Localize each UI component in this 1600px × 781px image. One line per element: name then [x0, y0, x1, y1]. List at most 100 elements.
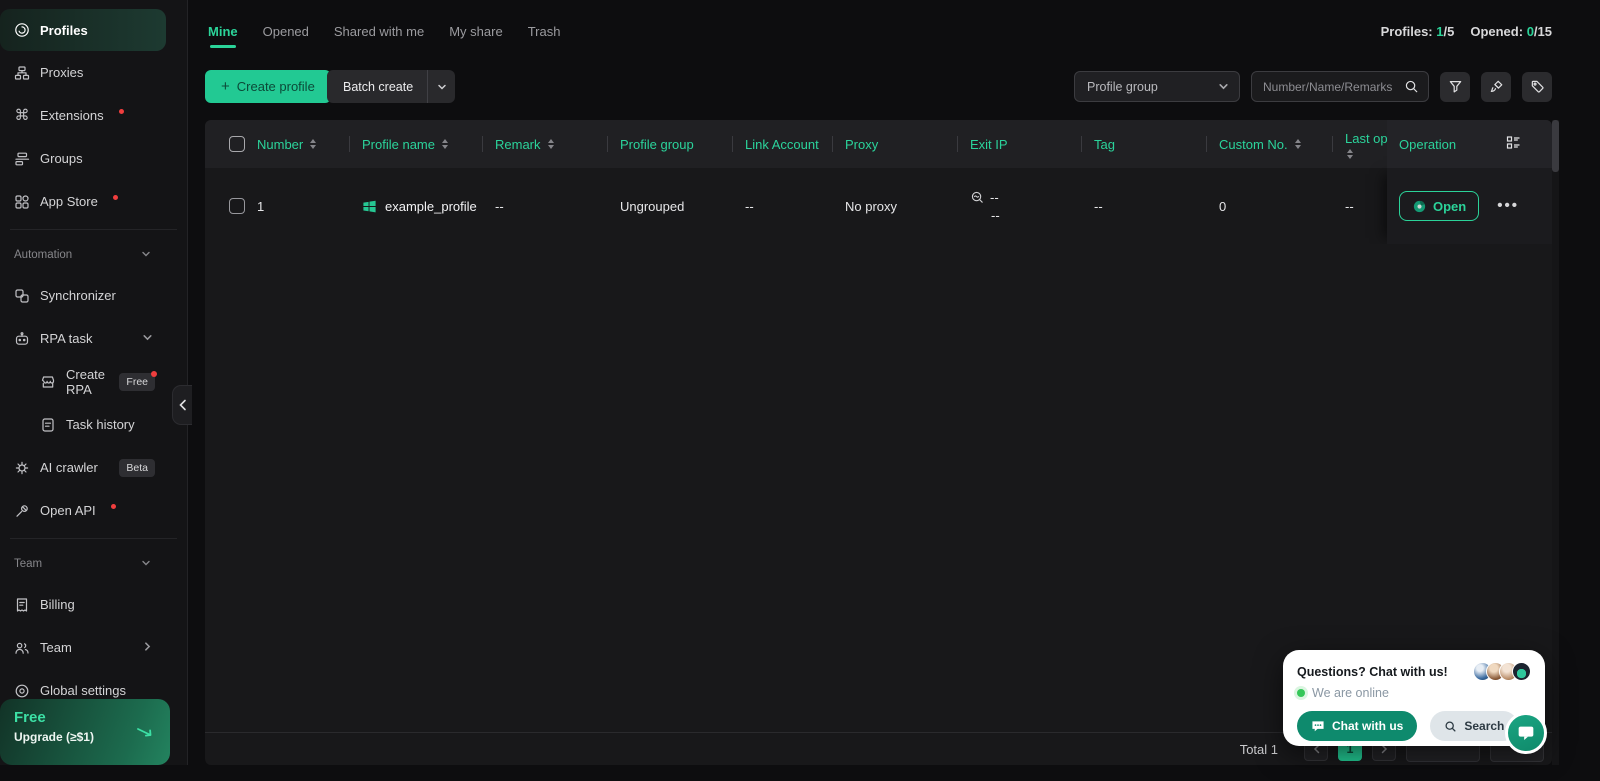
open-profile-button[interactable]: Open — [1399, 191, 1479, 221]
sidebar-collapse-handle[interactable] — [172, 385, 192, 425]
chat-bubble-icon — [1515, 722, 1537, 744]
sidebar-item-groups[interactable]: Groups — [0, 137, 187, 180]
sidebar-item-team[interactable]: Team — [0, 626, 187, 669]
sidebar-item-ai-crawler[interactable]: AI crawler Beta — [0, 446, 187, 489]
ai-crawler-icon — [14, 460, 30, 476]
caret-down-icon — [141, 558, 151, 571]
sidebar-item-rpa-task[interactable]: RPA task — [0, 317, 187, 360]
column-settings-icon[interactable] — [1505, 134, 1522, 154]
profiles-quota: Profiles: 1/5 — [1381, 24, 1455, 39]
more-actions-button[interactable]: ••• — [1497, 203, 1519, 209]
free-badge: Free — [119, 373, 155, 391]
table-row[interactable]: 1 example_profile -- Ungrouped -- No pro… — [205, 168, 1552, 244]
sort-icon[interactable] — [310, 139, 316, 149]
avatar — [1512, 662, 1531, 681]
windows-icon — [362, 199, 377, 214]
sidebar-item-label: Groups — [40, 151, 83, 166]
cell-remark: -- — [483, 168, 608, 244]
chat-title: Questions? Chat with us! — [1297, 665, 1448, 679]
upgrade-card[interactable]: Free Upgrade (≥$1) — [0, 699, 170, 765]
sort-icon[interactable] — [1347, 149, 1353, 159]
search-box — [1251, 71, 1429, 102]
sidebar-item-billing[interactable]: Billing — [0, 583, 187, 626]
table-scrollbar[interactable] — [1552, 120, 1559, 765]
sort-icon[interactable] — [442, 139, 448, 149]
notification-dot — [111, 504, 116, 509]
tab-shared-with-me[interactable]: Shared with me — [334, 24, 424, 39]
sidebar-item-label: RPA task — [40, 331, 93, 346]
chat-bubble-icon — [1311, 720, 1325, 733]
column-header-last-open-time[interactable]: Last open time — [1333, 120, 1387, 168]
row-checkbox[interactable] — [229, 198, 245, 214]
notification-dot — [119, 109, 124, 114]
chat-with-us-button[interactable]: Chat with us — [1297, 711, 1417, 741]
ip-query-icon[interactable] — [970, 190, 985, 205]
sidebar-item-label: Billing — [40, 597, 75, 612]
tab-mine[interactable]: Mine — [208, 24, 238, 39]
create-profile-button[interactable]: + Create profile — [205, 70, 331, 103]
total-count: Total 1 — [1240, 742, 1278, 757]
column-header-custom-no[interactable]: Custom No. — [1207, 120, 1333, 168]
caret-down-icon — [437, 82, 447, 92]
open-browser-icon — [1412, 199, 1427, 214]
search-input[interactable] — [1263, 80, 1404, 94]
sidebar-section-team[interactable]: Team — [0, 545, 187, 583]
chevron-down-icon — [142, 331, 153, 346]
batch-create-button[interactable]: Batch create — [327, 70, 455, 103]
profile-group-select[interactable]: Profile group — [1074, 71, 1240, 102]
upgrade-label: Upgrade (≥$1) — [14, 730, 156, 744]
scrollbar-thumb[interactable] — [1552, 120, 1559, 172]
sidebar-item-open-api[interactable]: Open API — [0, 489, 187, 532]
tab-opened[interactable]: Opened — [263, 24, 309, 39]
column-header-exit-ip: Exit IP — [958, 120, 1082, 168]
sort-icon[interactable] — [548, 139, 554, 149]
sidebar-item-create-rpa[interactable]: Create RPA Free — [0, 360, 187, 403]
cell-proxy: No proxy — [833, 168, 958, 244]
sidebar-divider — [10, 538, 177, 539]
cell-exit-ip: -- -- — [958, 168, 1082, 244]
chat-launcher-button[interactable] — [1505, 712, 1547, 754]
sidebar: Profiles Proxies ⌘ Extensions Groups App… — [0, 0, 188, 765]
brush-icon — [1489, 79, 1504, 94]
clear-cache-button[interactable] — [1481, 72, 1511, 102]
plan-name: Free — [14, 709, 156, 726]
beta-badge: Beta — [119, 459, 155, 477]
batch-create-dropdown[interactable] — [427, 70, 455, 103]
open-api-icon — [14, 503, 30, 519]
cell-link-account: -- — [733, 168, 833, 244]
sidebar-item-synchronizer[interactable]: Synchronizer — [0, 274, 187, 317]
upgrade-arrow-icon — [136, 725, 154, 744]
filter-button[interactable] — [1440, 72, 1470, 102]
column-header-proxy: Proxy — [833, 120, 958, 168]
cell-operation: Open ••• — [1387, 168, 1552, 244]
sort-icon[interactable] — [1295, 139, 1301, 149]
sidebar-item-app-store[interactable]: App Store — [0, 180, 187, 223]
sidebar-item-label: Profiles — [40, 23, 88, 38]
tab-my-share[interactable]: My share — [449, 24, 502, 39]
caret-down-icon — [141, 249, 151, 262]
appstore-icon — [14, 194, 30, 210]
sidebar-item-task-history[interactable]: Task history — [0, 403, 187, 446]
sidebar-section-automation[interactable]: Automation — [0, 236, 187, 274]
sidebar-divider — [10, 229, 177, 230]
column-header-profile-name[interactable]: Profile name — [350, 120, 483, 168]
column-header-remark[interactable]: Remark — [483, 120, 608, 168]
synchronizer-icon — [14, 288, 30, 304]
sidebar-item-label: Synchronizer — [40, 288, 116, 303]
chevron-right-icon — [142, 640, 153, 655]
sidebar-item-proxies[interactable]: Proxies — [0, 51, 187, 94]
cell-custom-no: 0 — [1207, 168, 1333, 244]
filter-icon — [1448, 79, 1463, 94]
cell-profile-name[interactable]: example_profile — [350, 168, 483, 244]
groups-icon — [14, 151, 30, 167]
column-header-link-account: Link Account — [733, 120, 833, 168]
sidebar-item-label: Open API — [40, 503, 96, 518]
column-header-number[interactable]: Number — [245, 120, 350, 168]
tag-button[interactable] — [1522, 72, 1552, 102]
sidebar-item-profiles[interactable]: Profiles — [0, 9, 166, 51]
select-all-checkbox[interactable] — [229, 136, 245, 152]
sidebar-item-extensions[interactable]: ⌘ Extensions — [0, 94, 187, 137]
tab-trash[interactable]: Trash — [528, 24, 561, 39]
rpa-icon — [14, 331, 30, 347]
search-icon[interactable] — [1404, 79, 1419, 94]
